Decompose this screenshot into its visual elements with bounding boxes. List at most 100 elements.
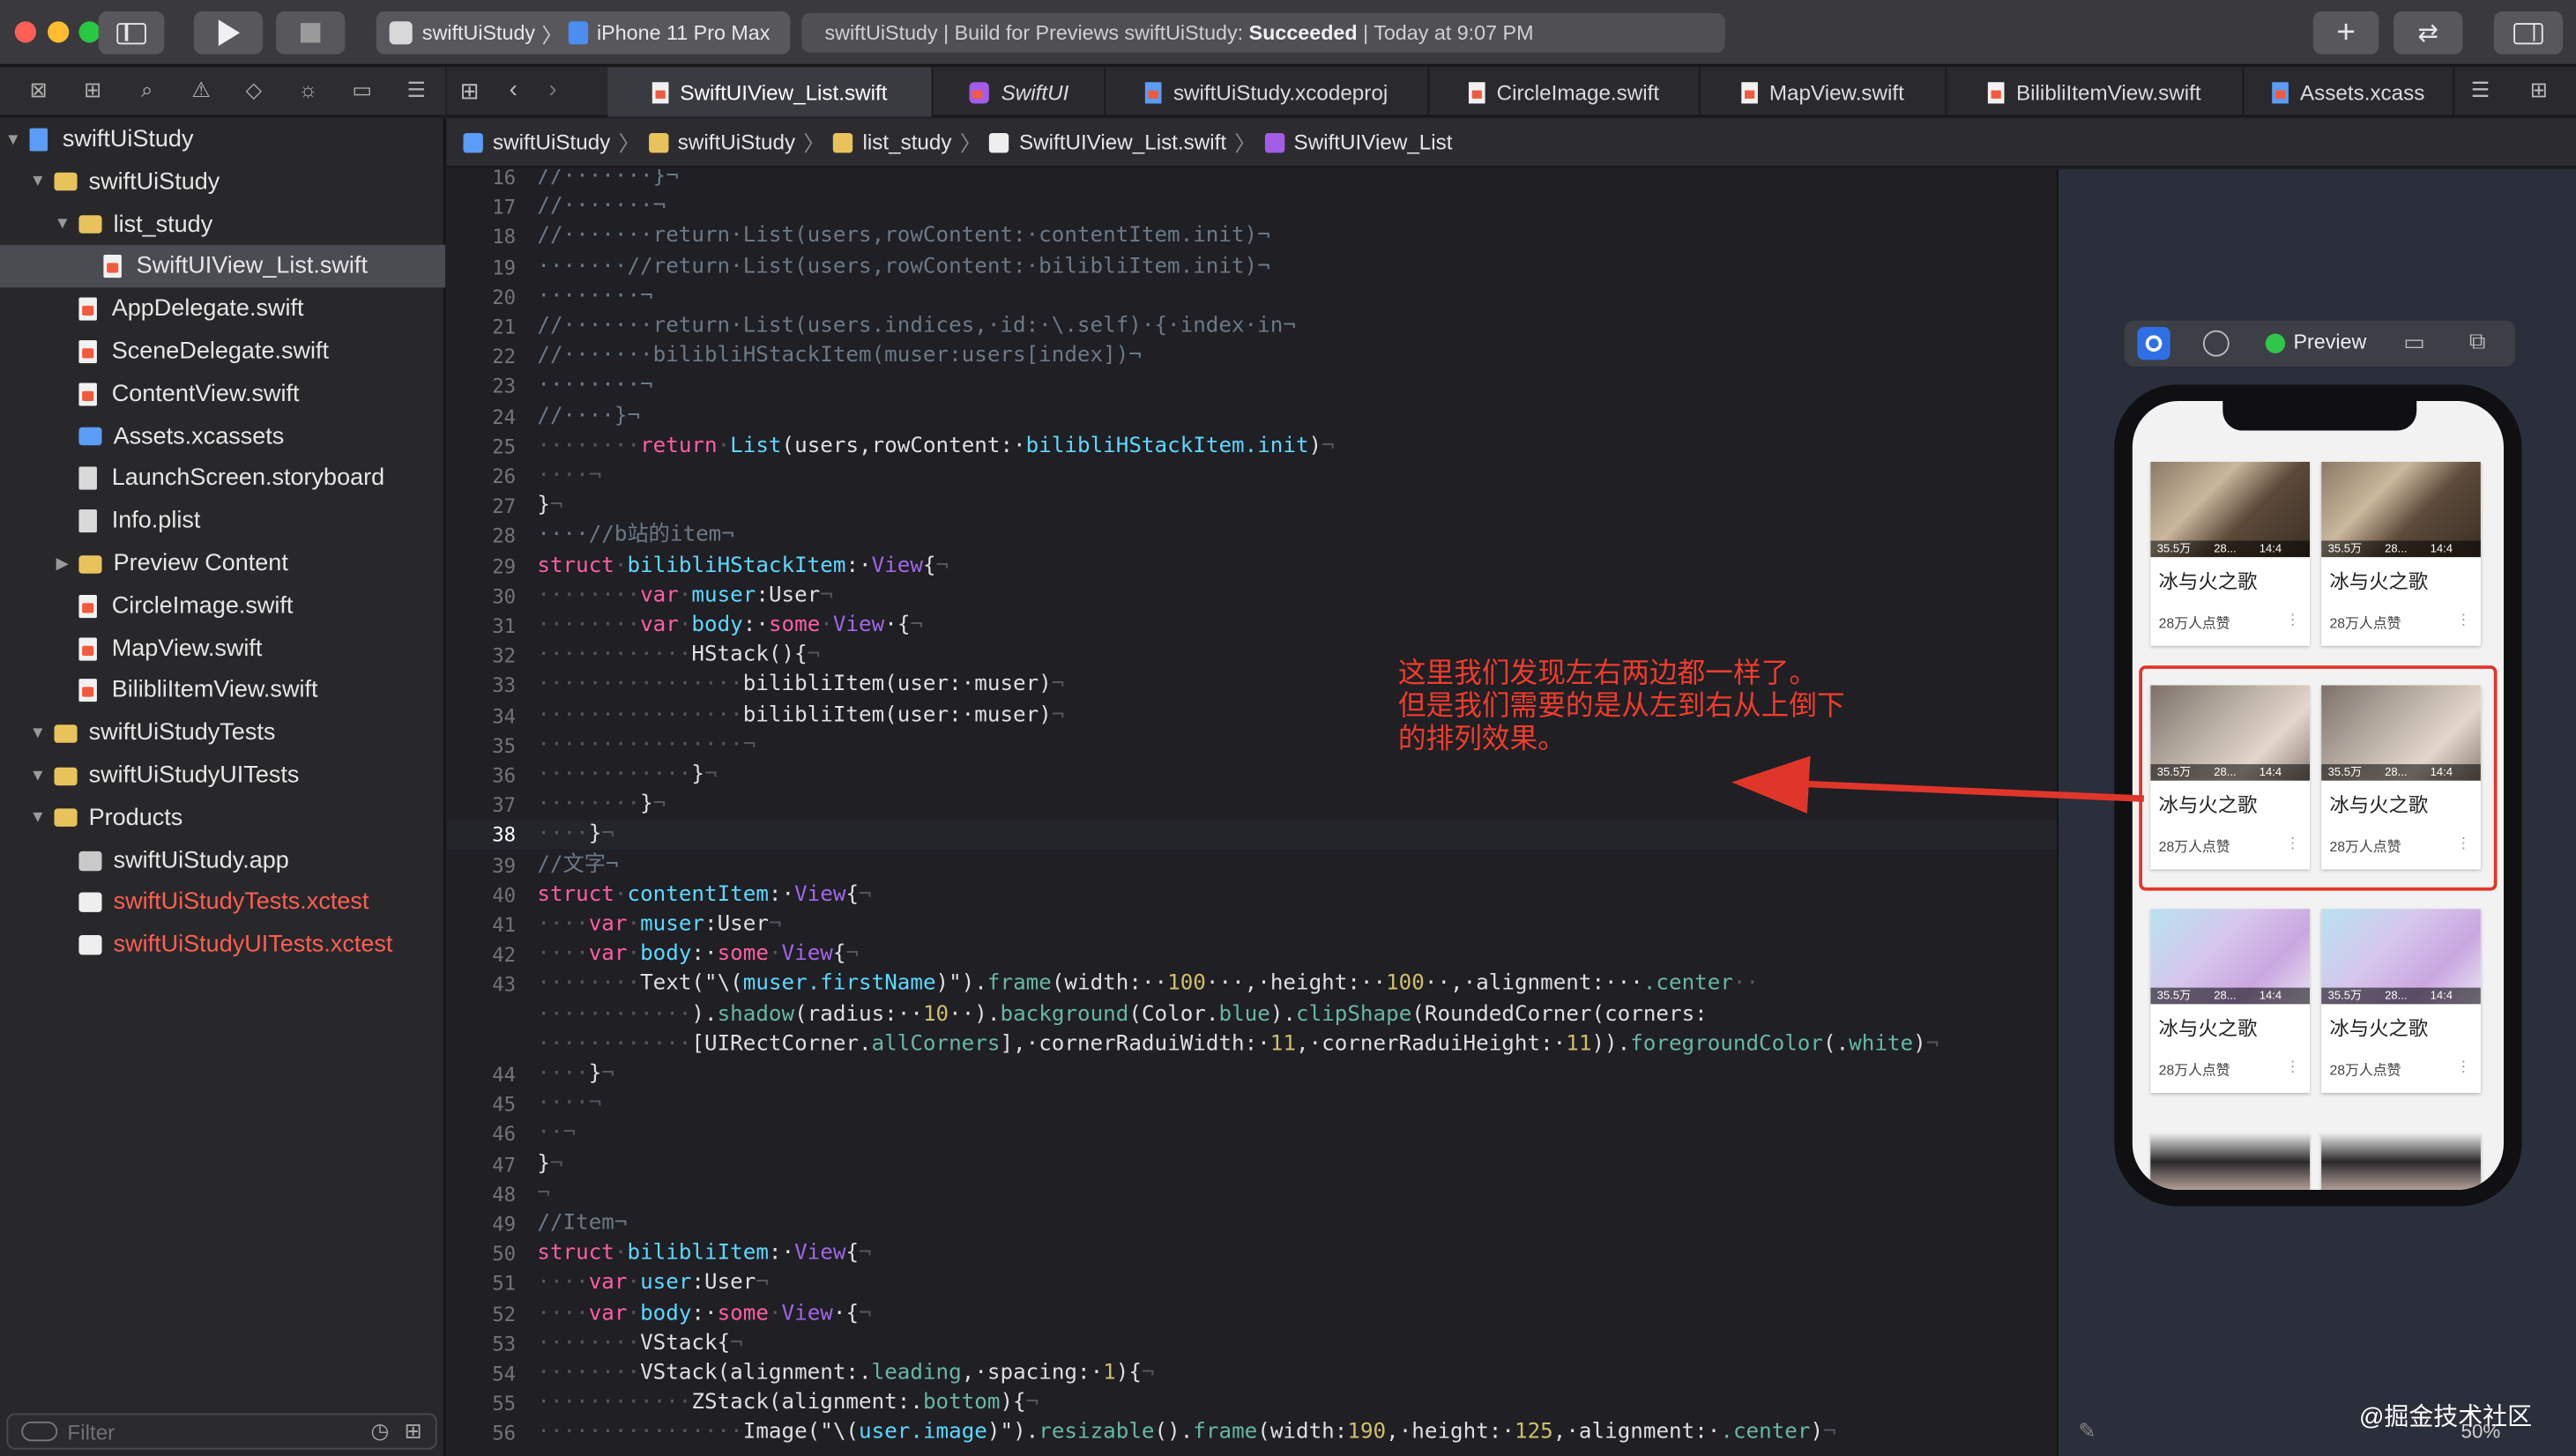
disclosure-open-icon[interactable]: ▼	[28, 173, 48, 191]
navigator-item[interactable]: swiftUiStudyUITests.xctest	[0, 924, 445, 966]
tab-swiftuistudy-xcodeproj[interactable]: swiftUiStudy.xcodeproj	[1106, 67, 1430, 117]
grid-icon[interactable]: ⊞	[460, 78, 480, 106]
breadcrumb-item[interactable]: SwiftUIView_List.swift	[1019, 130, 1226, 154]
inspect-preview-icon[interactable]	[2202, 330, 2230, 357]
stop-button[interactable]	[276, 11, 346, 55]
code-line[interactable]: 46 ··¬	[447, 1120, 2057, 1150]
more-icon[interactable]: ⋮	[2285, 1059, 2300, 1077]
navigator-item[interactable]: Assets.xcassets	[0, 415, 445, 457]
more-icon[interactable]: ⋮	[2456, 612, 2471, 630]
video-card[interactable]	[2321, 1132, 2481, 1190]
code-line[interactable]: 17 //·······¬	[447, 193, 2057, 223]
navigator-item[interactable]: ▼ swiftUiStudyUITests	[0, 754, 445, 797]
code-line[interactable]: ············[UIRectCorner.allCorners],·c…	[447, 1030, 2057, 1060]
pin-icon[interactable]: ✎	[2078, 1418, 2096, 1445]
code-line[interactable]: 54 ········VStack(alignment:.leading,·spa…	[447, 1359, 2057, 1389]
code-line[interactable]: 52 ····var·body:·some·View·{¬	[447, 1299, 2057, 1329]
navigator-item[interactable]: BilibliItemView.swift	[0, 670, 445, 712]
code-review-button[interactable]: ⇄	[2394, 11, 2463, 55]
recent-files-icon[interactable]: ◷	[371, 1418, 390, 1445]
inspector-toggle-button[interactable]	[2493, 11, 2564, 55]
navigator-item[interactable]: AppDelegate.swift	[0, 288, 445, 331]
tab-swiftuiview-list-swift[interactable]: SwiftUIView_List.swift	[607, 67, 934, 117]
code-line[interactable]: 50 struct·bilibliItem:·View{¬	[447, 1239, 2057, 1269]
tab-swiftui[interactable]: SwiftUI	[934, 67, 1106, 117]
disclosure-closed-icon[interactable]: ▶	[53, 554, 72, 573]
code-line[interactable]: 47}¬	[447, 1149, 2057, 1179]
more-icon[interactable]: ⋮	[2285, 612, 2300, 630]
filter-field[interactable]: Filter ◷ ⊞	[6, 1413, 437, 1450]
scm-filter-icon[interactable]: ⊞	[405, 1418, 422, 1445]
code-line[interactable]: 16 //·······}¬	[447, 169, 2057, 192]
breadcrumb-item[interactable]: swiftUiStudy	[678, 130, 795, 154]
tab-mapview-swift[interactable]: MapView.swift	[1701, 67, 1947, 117]
adjust-editor-icon[interactable]: ☰	[2471, 78, 2490, 104]
code-line[interactable]: 28 ····//b站的item¬	[447, 522, 2057, 552]
tab-bilibliitemview-swift[interactable]: BilibliItemView.swift	[1947, 67, 2245, 117]
video-card[interactable]: 35.5万 28... 14:4 冰与火之歌 28万人点赞 ⋮	[2321, 461, 2481, 646]
breadcrumb-item[interactable]: list_study	[863, 130, 952, 154]
scheme-selector[interactable]: swiftUiStudy 〉 iPhone 11 Pro Max	[376, 11, 791, 55]
navigator-item[interactable]: CircleImage.swift	[0, 584, 445, 627]
code-line[interactable]: 31 ········var·body:·some·View·{¬	[447, 612, 2057, 642]
code-line[interactable]: 44 ····}¬	[447, 1060, 2057, 1090]
library-button[interactable]: +	[2312, 11, 2379, 55]
code-line[interactable]: 56 ················Image("\(user.image)")…	[447, 1419, 2057, 1449]
navigator-item[interactable]: SwiftUIView_List.swift	[0, 245, 446, 289]
code-line[interactable]: 55 ············ZStack(alignment:.bottom){…	[447, 1389, 2057, 1419]
navigator-item[interactable]: ContentView.swift	[0, 373, 445, 415]
navigator-item[interactable]: ▼ swiftUiStudy	[0, 118, 445, 160]
navigator-item[interactable]: SceneDelegate.swift	[0, 331, 445, 373]
disclosure-open-icon[interactable]: ▼	[53, 215, 72, 234]
code-line[interactable]: 49 //Item¬	[447, 1209, 2057, 1239]
code-line[interactable]: 19 ·······//return·List(users,rowContent:…	[447, 252, 2057, 282]
video-card[interactable]: 35.5万 28... 14:4 冰与火之歌 28万人点赞 ⋮	[2150, 461, 2311, 646]
navigator-item[interactable]: swiftUiStudyTests.xctest	[0, 881, 445, 924]
disclosure-open-icon[interactable]: ▼	[28, 724, 48, 743]
code-line[interactable]: 45 ····¬	[447, 1090, 2057, 1120]
video-card[interactable]: 35.5万 28... 14:4 冰与火之歌 28万人点赞 ⋮	[2321, 909, 2481, 1093]
code-line[interactable]: 21 //·······return·List(users.indices,·id…	[447, 312, 2057, 342]
report-icon[interactable]: ☰	[403, 78, 431, 106]
code-line[interactable]: 51 ····var·user:User¬	[447, 1269, 2057, 1299]
navigator-item[interactable]: ▼ swiftUiStudyTests	[0, 712, 445, 754]
project-navigator-icon[interactable]: ⊠	[25, 78, 53, 106]
search-icon[interactable]: ⌕	[133, 78, 161, 106]
tab-assets-xcass[interactable]: Assets.xcass	[2245, 67, 2455, 117]
code-line[interactable]: 18 //·······return·List(users,rowContent:…	[447, 222, 2057, 252]
breadcrumb-item[interactable]: SwiftUIView_List	[1294, 130, 1453, 154]
code-line[interactable]: 43 ········Text("\(muser.firstName)").fra…	[447, 970, 2057, 1000]
code-line[interactable]: 25 ········return·List(users,rowContent:·…	[447, 432, 2057, 462]
navigator-item[interactable]: swiftUiStudy.app	[0, 839, 445, 881]
navigator-item[interactable]: MapView.swift	[0, 628, 445, 670]
code-line[interactable]: 41 ····var·muser:User¬	[447, 910, 2057, 940]
disclosure-closed-icon[interactable]: ▼	[4, 130, 23, 149]
navigator-item[interactable]: ▼ Products	[0, 797, 445, 839]
forward-arrow-icon[interactable]: ›	[548, 76, 556, 104]
code-line[interactable]: 30 ········var·muser:User¬	[447, 582, 2057, 612]
navigator-item[interactable]: LaunchScreen.storyboard	[0, 457, 445, 500]
disclosure-open-icon[interactable]: ▼	[28, 767, 48, 785]
run-button[interactable]	[193, 11, 264, 55]
debug-icon[interactable]: ☼	[294, 78, 323, 106]
test-icon[interactable]: ◇	[240, 78, 268, 106]
live-preview-icon[interactable]	[2137, 327, 2170, 360]
code-line[interactable]: ············).shadow(radius:··10··).back…	[447, 1000, 2057, 1030]
source-control-icon[interactable]: ⊞	[78, 78, 107, 106]
code-line[interactable]: 53 ········VStack{¬	[447, 1329, 2057, 1359]
code-line[interactable]: 27}¬	[447, 492, 2057, 522]
breakpoint-icon[interactable]: ▭	[348, 78, 376, 106]
split-editor-icon[interactable]: ⊞	[2530, 78, 2548, 104]
code-line[interactable]: 24 //····}¬	[447, 402, 2057, 432]
code-line[interactable]: 23 ········¬	[447, 372, 2057, 402]
breadcrumb-item[interactable]: swiftUiStudy	[493, 130, 610, 154]
back-arrow-icon[interactable]: ‹	[510, 76, 517, 104]
code-line[interactable]: 22 //·······bilibliHStackItem(muser:users…	[447, 342, 2057, 372]
navigator-item[interactable]: ▼ list_study	[0, 203, 445, 245]
code-line[interactable]: 29 struct·bilibliHStackItem:·View{¬	[447, 552, 2057, 582]
zoom-level[interactable]: 50%	[2461, 1420, 2501, 1443]
hide-navigator-button[interactable]	[98, 11, 165, 55]
code-line[interactable]: 48 ¬	[447, 1179, 2057, 1209]
device-preview-icon[interactable]: ▭	[2403, 329, 2425, 357]
disclosure-open-icon[interactable]: ▼	[28, 809, 48, 828]
